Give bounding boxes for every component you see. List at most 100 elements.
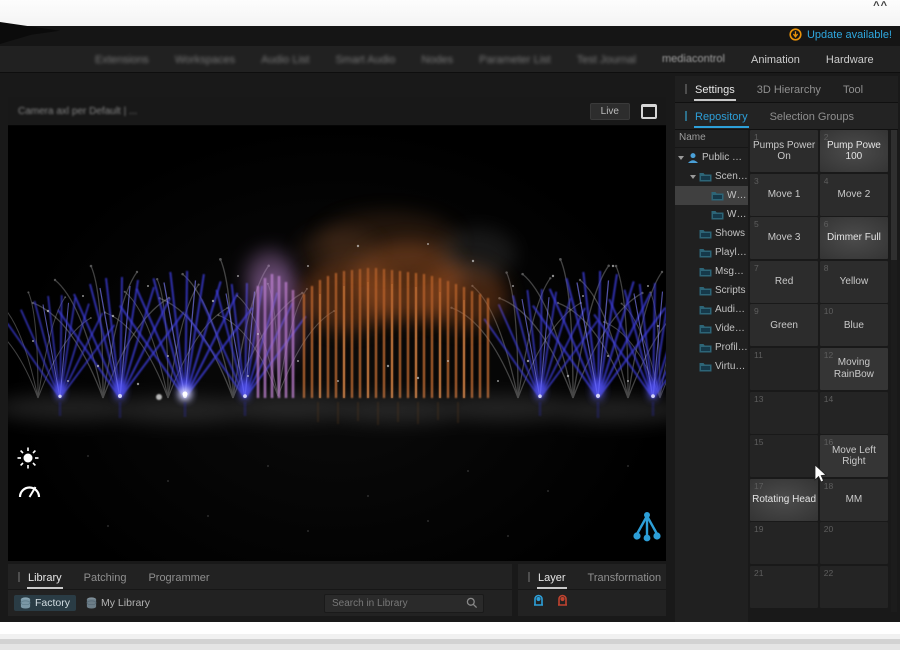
maximize-icon[interactable]: [641, 104, 657, 119]
gauge-icon[interactable]: [16, 478, 42, 500]
tree-row[interactable]: Scenes: [675, 167, 748, 186]
cell-label: Pumps Power On: [750, 130, 818, 172]
cell-label: Yellow: [820, 261, 888, 303]
tree-expander[interactable]: [690, 343, 699, 352]
library-tab[interactable]: Programmer: [148, 572, 209, 584]
settings-tab[interactable]: 3D Hierarchy: [757, 84, 821, 96]
selection-group-cell[interactable]: 9 Green: [750, 304, 818, 346]
menu-item-blurred[interactable]: Smart Audio: [322, 54, 408, 66]
sun-icon[interactable]: [16, 446, 40, 470]
cell-label: MM: [820, 479, 888, 521]
selection-group-cell[interactable]: 14: [820, 392, 888, 434]
layer-tabs: Layer Transformation: [518, 564, 666, 590]
tree-row[interactable]: Scripts: [675, 281, 748, 300]
selection-group-cell[interactable]: 5 Move 3: [750, 217, 818, 259]
selection-group-cell[interactable]: 22: [820, 566, 888, 608]
cell-label: Blue: [820, 304, 888, 346]
menu-item[interactable]: Hardware: [813, 54, 887, 66]
factory-source-button[interactable]: Factory: [14, 595, 76, 611]
tree-expander[interactable]: [702, 210, 711, 219]
tree-expander[interactable]: [690, 362, 699, 371]
repository-tab[interactable]: Selection Groups: [770, 111, 854, 123]
selection-group-cell[interactable]: 4 Move 2: [820, 174, 888, 216]
fountain-3d-view[interactable]: [8, 126, 666, 561]
cell-label: [820, 566, 888, 608]
selection-group-cell[interactable]: 17 Rotating Head: [750, 479, 818, 521]
selection-group-cell[interactable]: 16 Move Left Right: [820, 435, 888, 477]
selection-group-cell[interactable]: 3 Move 1: [750, 174, 818, 216]
tree-row[interactable]: Shows: [675, 224, 748, 243]
menu-item-blurred[interactable]: Nodes: [408, 54, 466, 66]
cell-label: [750, 348, 818, 390]
tree-label: Audio F...: [715, 304, 748, 315]
selection-group-cell[interactable]: 20: [820, 522, 888, 564]
folder-icon: [699, 266, 712, 277]
tree-expander[interactable]: [690, 172, 699, 181]
tree-row[interactable]: Virtual ...: [675, 357, 748, 376]
menu-item-blurred[interactable]: Workspaces: [162, 54, 248, 66]
search-input[interactable]: [330, 597, 466, 610]
selection-groups-grid: 1 Pumps Power On 2 Pump Powe 100 3 Move …: [750, 130, 888, 612]
tree-label: Playlists: [715, 247, 748, 258]
settings-tab[interactable]: Tool: [843, 84, 863, 96]
selection-group-cell[interactable]: 19: [750, 522, 818, 564]
tree-expander[interactable]: [690, 286, 699, 295]
layer-tab[interactable]: Layer: [538, 572, 566, 584]
selection-group-cell[interactable]: 6 Dimmer Full: [820, 217, 888, 259]
menu-item-mediacontrol[interactable]: mediacontrol: [649, 53, 738, 65]
menu-item[interactable]: Animation: [738, 54, 813, 66]
selection-group-cell[interactable]: 10 Blue: [820, 304, 888, 346]
tree-expander[interactable]: [690, 248, 699, 257]
tree-row[interactable]: Profiles: [675, 338, 748, 357]
cell-label: [750, 435, 818, 477]
selection-group-cell[interactable]: 21: [750, 566, 818, 608]
update-notification[interactable]: Update available!: [789, 28, 892, 41]
tree-expander[interactable]: [690, 305, 699, 314]
my-library-source-button[interactable]: My Library: [80, 595, 156, 611]
tree-label: Profiles: [715, 342, 748, 353]
tree-expander[interactable]: [690, 324, 699, 333]
folder-icon: [699, 323, 712, 334]
tree-expander[interactable]: [690, 229, 699, 238]
node-tree-icon[interactable]: [632, 508, 662, 546]
library-tab[interactable]: Patching: [84, 572, 127, 584]
update-label: Update available!: [807, 29, 892, 41]
scrollbar-thumb[interactable]: [891, 130, 897, 260]
fixture-blue-icon[interactable]: [531, 593, 546, 607]
selection-group-cell[interactable]: 18 MM: [820, 479, 888, 521]
tree-expander[interactable]: [702, 191, 711, 200]
menu-item-blurred[interactable]: Audio List: [248, 54, 322, 66]
selection-group-cell[interactable]: 13: [750, 392, 818, 434]
menu-item-blurred[interactable]: Parameter List: [466, 54, 564, 66]
selection-group-cell[interactable]: 7 Red: [750, 261, 818, 303]
tree-expander[interactable]: [678, 153, 687, 162]
selection-group-cell[interactable]: 12 Moving RainBow: [820, 348, 888, 390]
selection-group-cell[interactable]: 1 Pumps Power On: [750, 130, 818, 172]
layer-tab[interactable]: Transformation: [588, 572, 662, 584]
tree-row[interactable]: MsgCues: [675, 262, 748, 281]
tree-row[interactable]: Audio F...: [675, 300, 748, 319]
menu-item-blurred[interactable]: Extensions: [82, 54, 162, 66]
tree-row[interactable]: Playlists: [675, 243, 748, 262]
folder-icon: [699, 304, 712, 315]
tree-row[interactable]: Public Work...: [675, 148, 748, 167]
tree-header: Name: [675, 130, 748, 148]
selection-group-cell[interactable]: 11: [750, 348, 818, 390]
tree-rows: Public Work... Scenes: [675, 148, 748, 376]
repository-tab[interactable]: Repository: [695, 111, 748, 123]
library-tab[interactable]: Library: [28, 572, 62, 584]
groups-vertical-scrollbar[interactable]: [891, 130, 897, 612]
settings-tab[interactable]: Settings: [695, 84, 735, 96]
cell-label: Red: [750, 261, 818, 303]
tree-expander[interactable]: [690, 267, 699, 276]
fixture-red-icon[interactable]: [555, 593, 570, 607]
tree-row[interactable]: WP ...: [675, 186, 748, 205]
tree-row[interactable]: Video Fi...: [675, 319, 748, 338]
selection-group-cell[interactable]: 15: [750, 435, 818, 477]
selection-group-cell[interactable]: 8 Yellow: [820, 261, 888, 303]
tree-row[interactable]: WP ...: [675, 205, 748, 224]
menu-item-blurred[interactable]: Test Journal: [564, 54, 649, 66]
selection-group-cell[interactable]: 2 Pump Powe 100: [820, 130, 888, 172]
library-tabs: Library Patching Programmer: [8, 564, 512, 590]
live-button[interactable]: Live: [590, 103, 630, 120]
